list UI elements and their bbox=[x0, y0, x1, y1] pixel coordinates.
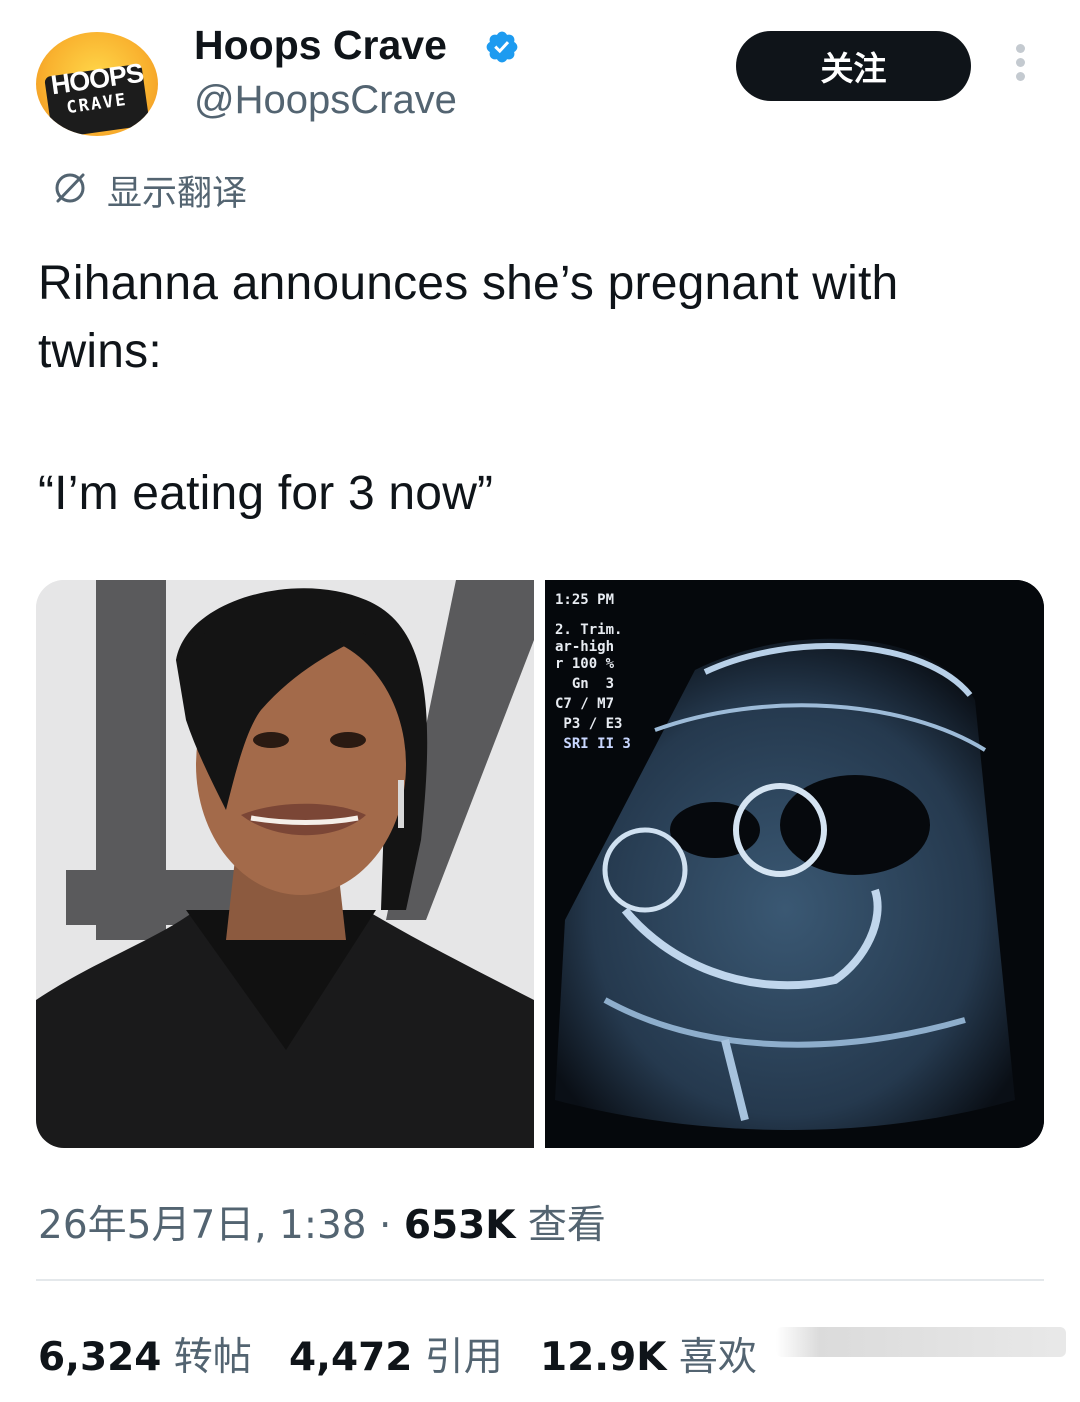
ultrasound-line: P3 / E3 bbox=[555, 716, 623, 732]
views-label: 查看 bbox=[527, 1203, 606, 1248]
quotes-stat[interactable]: 4,472 引用 bbox=[289, 1335, 503, 1380]
more-vertical-icon[interactable] bbox=[1013, 44, 1027, 86]
reposts-stat[interactable]: 6,324 转帖 bbox=[38, 1335, 252, 1380]
likes-count: 12.9K bbox=[540, 1335, 667, 1380]
quotes-count: 4,472 bbox=[289, 1335, 413, 1380]
tweet-text-line-2: twins: bbox=[38, 325, 162, 378]
meta-separator: · bbox=[379, 1203, 392, 1248]
ultrasound-line: ar-high bbox=[555, 639, 615, 655]
photo-of-woman-smiling[interactable] bbox=[36, 580, 534, 1148]
ultrasound-line: SRI II 3 bbox=[555, 736, 631, 752]
ultrasound-time: 1:25 PM bbox=[555, 592, 615, 608]
tweet-quote-line: “I’m eating for 3 now” bbox=[38, 467, 494, 520]
likes-stat[interactable]: 12.9K 喜欢 bbox=[540, 1335, 757, 1380]
verified-badge-icon bbox=[486, 31, 518, 63]
globe-slash-icon bbox=[55, 173, 85, 203]
ultrasound-line: r 100 % bbox=[555, 656, 615, 672]
quotes-label: 引用 bbox=[424, 1335, 503, 1380]
ultrasound-scan[interactable]: 1:25 PM 2. Trim. ar-high r 100 % Gn 3 C7… bbox=[545, 580, 1044, 1148]
ultrasound-line: Gn 3 bbox=[555, 676, 615, 692]
follow-button[interactable]: 关注 bbox=[736, 31, 971, 101]
ultrasound-line: 2. Trim. bbox=[555, 622, 623, 638]
tweet-text-line-1: Rihanna announces she’s pregnant with bbox=[38, 257, 899, 310]
ultrasound-illustration bbox=[545, 580, 1044, 1148]
show-translation-link[interactable]: 显示翻译 bbox=[107, 165, 247, 216]
portrait-illustration bbox=[36, 580, 534, 1148]
tweet-media[interactable]: 1:25 PM 2. Trim. ar-high r 100 % Gn 3 C7… bbox=[36, 580, 1044, 1148]
divider bbox=[36, 1279, 1044, 1281]
ultrasound-line: C7 / M7 bbox=[555, 696, 615, 712]
views-count: 653K bbox=[403, 1203, 516, 1248]
avatar[interactable]: HOOPS CRAVE bbox=[36, 32, 158, 136]
reposts-label: 转帖 bbox=[173, 1335, 252, 1380]
watermark-overlay bbox=[776, 1327, 1066, 1357]
reposts-count: 6,324 bbox=[38, 1335, 162, 1380]
author-handle[interactable]: @HoopsCrave bbox=[194, 78, 457, 123]
tweet-meta: 26年5月7日, 1:38 · 653K 查看 bbox=[38, 1194, 606, 1250]
likes-label: 喜欢 bbox=[678, 1335, 757, 1380]
tweet-timestamp[interactable]: 26年5月7日, 1:38 bbox=[38, 1203, 367, 1248]
engagement-stats: 6,324 转帖 4,472 引用 12.9K 喜欢 bbox=[38, 1326, 757, 1382]
author-display-name[interactable]: Hoops Crave bbox=[194, 22, 447, 69]
